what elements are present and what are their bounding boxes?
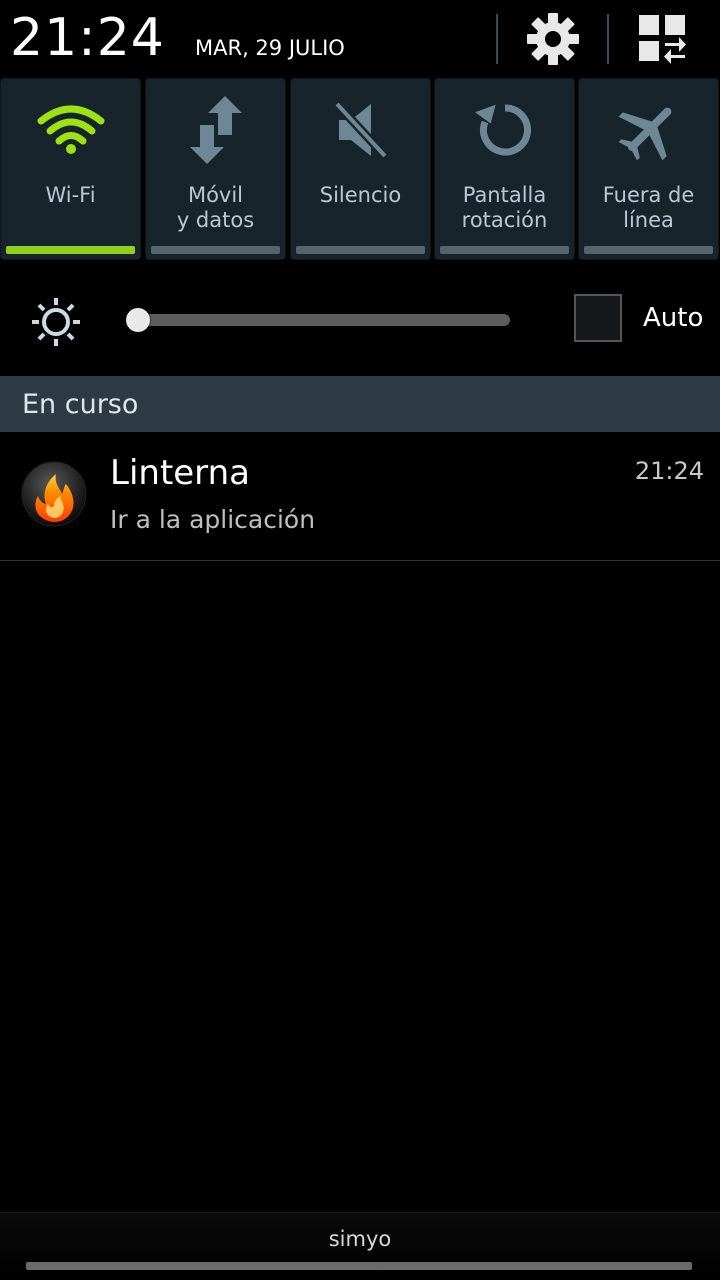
toggle-mobile-data[interactable]: Móvil y datos <box>145 78 286 260</box>
brightness-row: Auto <box>0 262 720 376</box>
toggle-airplane-mode[interactable]: Fuera de línea <box>578 78 719 260</box>
rotation-icon <box>474 104 531 156</box>
toggle-label: Silencio <box>319 183 402 207</box>
airplane-icon <box>618 107 671 161</box>
section-title: En curso <box>22 389 139 420</box>
notification-time: 21:24 <box>634 457 704 485</box>
header-divider <box>496 14 498 64</box>
toggle-state-bar <box>151 246 280 254</box>
notification-subtitle: Ir a la aplicación <box>110 505 316 534</box>
mobile-data-icon <box>189 96 242 164</box>
notification-title: Linterna <box>110 453 250 493</box>
panel-header: 21:24 MAR, 29 JULIO <box>0 0 720 78</box>
auto-brightness-checkbox[interactable] <box>574 294 622 342</box>
wifi-icon <box>37 105 104 154</box>
divider <box>0 560 720 561</box>
section-header: En curso <box>0 376 720 432</box>
toggle-state-bar <box>584 246 713 254</box>
toggle-screen-rotation[interactable]: Pantalla rotación <box>434 78 575 260</box>
auto-brightness-label: Auto <box>643 303 704 333</box>
toggle-wifi[interactable]: Wi-Fi <box>0 78 141 260</box>
clock: 21:24 <box>10 8 165 68</box>
toggle-state-bar <box>6 246 135 254</box>
panel-footer: simyo <box>0 1212 720 1280</box>
grid-edit-icon <box>639 15 686 64</box>
notification-item[interactable]: Linterna Ir a la aplicación 21:24 <box>0 432 720 560</box>
gear-icon <box>527 13 579 65</box>
toggle-silent[interactable]: Silencio <box>290 78 431 260</box>
brightness-icon <box>32 298 80 346</box>
header-divider <box>607 14 609 64</box>
toggle-label: Pantalla rotación <box>461 183 548 232</box>
toggle-state-bar <box>440 246 569 254</box>
toggle-label: Wi-Fi <box>45 183 96 207</box>
brightness-slider[interactable] <box>136 314 510 326</box>
notification-panel: 21:24 MAR, 29 JULIO Wi-Fi Móvil y datos … <box>0 0 720 1280</box>
toggle-label: Fuera de línea <box>602 183 695 232</box>
carrier-label: simyo <box>328 1227 392 1251</box>
quick-toggles: Wi-Fi Móvil y datos Silencio Pantalla ro… <box>0 78 720 262</box>
drag-handle[interactable] <box>26 1262 692 1270</box>
edit-toggles-button[interactable] <box>628 8 698 70</box>
toggle-label: Móvil y datos <box>176 183 255 232</box>
mute-icon <box>333 100 388 160</box>
brightness-slider-thumb[interactable] <box>126 308 150 332</box>
flame-icon <box>21 461 87 527</box>
toggle-state-bar <box>296 246 425 254</box>
settings-button[interactable] <box>518 8 588 70</box>
date: MAR, 29 JULIO <box>195 36 345 60</box>
